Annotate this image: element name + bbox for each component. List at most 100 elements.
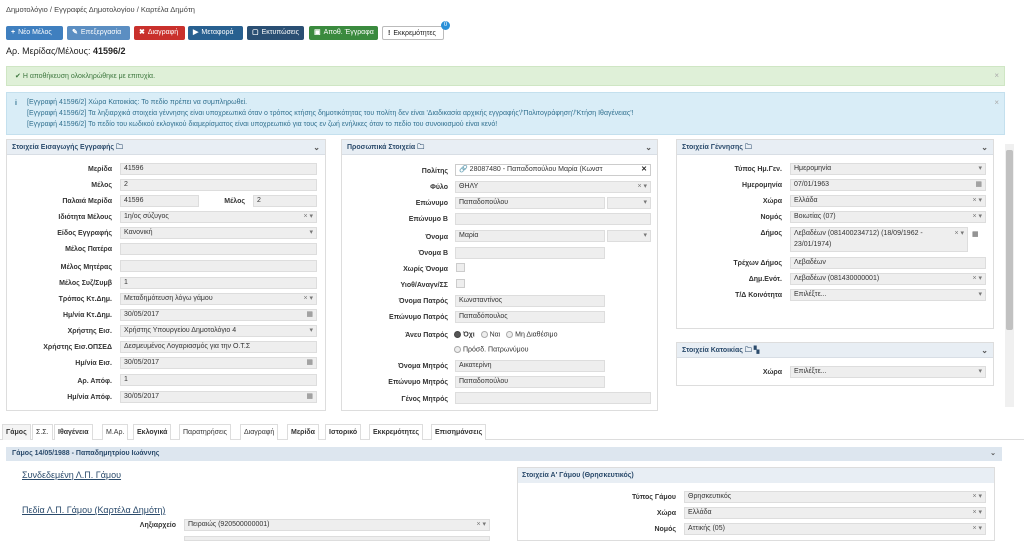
tab-gamos[interactable]: Γάμος: [2, 424, 31, 440]
clear-chevron-icon[interactable]: × ▾: [972, 274, 982, 284]
radio-ochi[interactable]: [454, 331, 461, 338]
gamos-xora-select[interactable]: Ελλάδα × ▾: [684, 507, 986, 519]
xristis-select[interactable]: Χρήστης Υπουργείου Δημοτολόγιο 4 ▾: [120, 325, 317, 337]
residence-xora-select[interactable]: Επιλέξτε... ▾: [790, 366, 986, 378]
chevron-down-icon[interactable]: ⌄: [981, 343, 988, 358]
calendar-icon[interactable]: ▦: [972, 230, 979, 238]
chevron-down-icon[interactable]: ⌄: [313, 140, 320, 155]
tab-eklogika[interactable]: Εκλογικά: [133, 424, 172, 440]
clear-chevron-icon[interactable]: × ▾: [303, 212, 313, 222]
eponymo-variant-select[interactable]: ▾: [607, 197, 651, 209]
hmnia-field[interactable]: 07/01/1963 ▦: [790, 179, 986, 191]
close-icon[interactable]: ✕: [639, 165, 647, 175]
merida-field[interactable]: 41596: [120, 163, 317, 175]
saved-docs-button[interactable]: ▣ Αποθ. Έγγραφα: [309, 26, 378, 40]
eponymo-field[interactable]: Παπαδοπούλου: [455, 197, 605, 209]
chevron-down-icon[interactable]: ▾: [643, 231, 647, 241]
clear-chevron-icon[interactable]: × ▾: [972, 508, 982, 518]
calendar-icon[interactable]: ▦: [306, 310, 313, 320]
chevron-down-icon[interactable]: ▾: [643, 198, 647, 208]
chevron-down-icon[interactable]: ▾: [309, 326, 313, 336]
chevron-down-icon[interactable]: ▾: [309, 228, 313, 238]
miteras-field[interactable]: [120, 260, 317, 272]
eidos-select[interactable]: Κανονική ▾: [120, 227, 317, 239]
clear-chevron-icon[interactable]: × ▾: [954, 228, 964, 239]
tab-episimanseis[interactable]: Επισημάνσεις: [431, 424, 487, 440]
chevron-down-icon[interactable]: ▾: [978, 367, 982, 377]
hmnia-eis-field[interactable]: 30/05/2017 ▦: [120, 357, 317, 369]
idiotita-select[interactable]: 1η/ος σύζυγος × ▾: [120, 211, 317, 223]
eponymo-b-field[interactable]: [455, 213, 651, 225]
chevron-down-icon[interactable]: ⌄: [645, 140, 652, 155]
eponymo-patros-field[interactable]: Παπαδόπουλος: [455, 311, 605, 323]
lixiarxeio-select[interactable]: Πειραιώς (920500000001) × ▾: [184, 519, 490, 531]
radio-prosd-patronymou[interactable]: [454, 346, 461, 353]
hmnia-apof-field[interactable]: 30/05/2017 ▦: [120, 391, 317, 403]
tab-ss[interactable]: Σ.Σ.: [32, 424, 53, 440]
typos-select[interactable]: Ημερομηνία ▾: [790, 163, 986, 175]
clear-chevron-icon[interactable]: × ▾: [972, 212, 982, 222]
tab-ekkremotites[interactable]: Εκκρεμότητες: [369, 424, 423, 440]
calendar-icon[interactable]: ▦: [306, 358, 313, 368]
dim-enot-select[interactable]: Λεβαδέων (081430000001) × ▾: [790, 273, 986, 285]
tab-ithageneia[interactable]: Ιθαγένεια: [54, 424, 93, 440]
eponymo-mitros-field[interactable]: Παπαδοπούλου: [455, 376, 605, 388]
chevron-down-icon[interactable]: ⌄: [990, 447, 996, 461]
pending-button[interactable]: ! Εκκρεμότητες: [382, 26, 444, 40]
chevron-down-icon[interactable]: ▾: [978, 164, 982, 174]
panel-header[interactable]: Προσωπικά Στοιχεία 🗀 ⌄: [342, 140, 657, 155]
close-icon[interactable]: ×: [994, 97, 999, 108]
syz-field[interactable]: 1: [120, 277, 317, 289]
onoma-field[interactable]: Μαρία: [455, 230, 605, 242]
next-field[interactable]: [184, 536, 490, 541]
clear-chevron-icon[interactable]: × ▾: [972, 492, 982, 502]
scrollbar-thumb[interactable]: [1006, 150, 1013, 330]
clear-chevron-icon[interactable]: × ▾: [972, 196, 982, 206]
chevron-down-icon[interactable]: ⌄: [981, 140, 988, 155]
linked-marriage-link[interactable]: Συνδεδεμένη Λ.Π. Γάμου: [22, 470, 121, 480]
koinotita-select[interactable]: Επιλέξτε... ▾: [790, 289, 986, 301]
radio-nai[interactable]: [480, 331, 488, 338]
tab-mar[interactable]: Μ.Αρ.: [102, 424, 129, 440]
tab-diagrafi[interactable]: Διαγραφή: [240, 424, 279, 440]
hmnia-kt-field[interactable]: 30/05/2017 ▦: [120, 309, 317, 321]
typos-gamou-select[interactable]: Θρησκευτικός × ▾: [684, 491, 986, 503]
clear-chevron-icon[interactable]: × ▾: [637, 182, 647, 192]
old-melos-field[interactable]: 2: [253, 195, 317, 207]
ar-apof-field[interactable]: 1: [120, 374, 317, 386]
genos-mitros-field[interactable]: [455, 392, 651, 404]
new-member-button[interactable]: + Νέο Μέλος: [6, 26, 63, 40]
delete-button[interactable]: ✖ Διαγραφή: [134, 26, 185, 40]
copy-icon[interactable]: ▚: [754, 347, 759, 354]
pateras-field[interactable]: [120, 243, 317, 255]
xora-select[interactable]: Ελλάδα × ▾: [790, 195, 986, 207]
gamos-nomos-select[interactable]: Αττικής (05) × ▾: [684, 523, 986, 535]
transfer-button[interactable]: ▶ Μεταφορά: [188, 26, 243, 40]
marriage-section-header[interactable]: Γάμος 14/05/1988 - Παπαδημητρίου Ιωάννης…: [6, 447, 1002, 461]
chevron-down-icon[interactable]: ▾: [978, 290, 982, 300]
clear-chevron-icon[interactable]: × ▾: [972, 524, 982, 534]
tab-istoriko[interactable]: Ιστορικό: [325, 424, 362, 440]
tab-paratiriseis[interactable]: Παρατηρήσεις: [179, 424, 232, 440]
fylo-select[interactable]: ΘΗΛΥ × ▾: [455, 181, 651, 193]
politis-field[interactable]: 🔗 28087480 - Παπαδοπούλου Μαρία (Κωνστ ✕: [455, 164, 651, 176]
yiothes-checkbox[interactable]: [456, 279, 465, 288]
tab-merida[interactable]: Μερίδα: [287, 424, 319, 440]
onoma-variant-select[interactable]: ▾: [607, 230, 651, 242]
radio-mi-diathesimo[interactable]: [506, 331, 514, 338]
panel-header[interactable]: Στοιχεία Κατοικίας 🗀 ▚ ⌄: [677, 343, 993, 358]
panel-header[interactable]: Στοιχεία Εισαγωγής Εγγραφής 🗀 ⌄: [7, 140, 325, 155]
dimos-select[interactable]: Λεβαδέων (081400234712) (18/09/1962 -23/…: [790, 227, 968, 252]
melos-field[interactable]: 2: [120, 179, 317, 191]
calendar-icon[interactable]: ▦: [975, 180, 982, 190]
tropos-select[interactable]: Μεταδημότευση λόγω γάμου × ▾: [120, 293, 317, 305]
marriage-fields-link[interactable]: Πεδία Λ.Π. Γάμου (Καρτέλα Δημότη): [22, 505, 165, 515]
xristis-opsed-field[interactable]: Δεσμευμένος Λογαριασμός για την Ο.Τ.Σ: [120, 341, 317, 353]
close-icon[interactable]: ×: [994, 71, 999, 80]
xoris-onoma-checkbox[interactable]: [456, 263, 465, 272]
nomos-select[interactable]: Βοιωτίας (07) × ▾: [790, 211, 986, 223]
old-merida-field[interactable]: 41596: [120, 195, 199, 207]
onoma-mitros-field[interactable]: Αικατερίνη: [455, 360, 605, 372]
panel-header[interactable]: Στοιχεία Γέννησης 🗀 ⌄: [677, 140, 993, 155]
clear-chevron-icon[interactable]: × ▾: [303, 294, 313, 304]
